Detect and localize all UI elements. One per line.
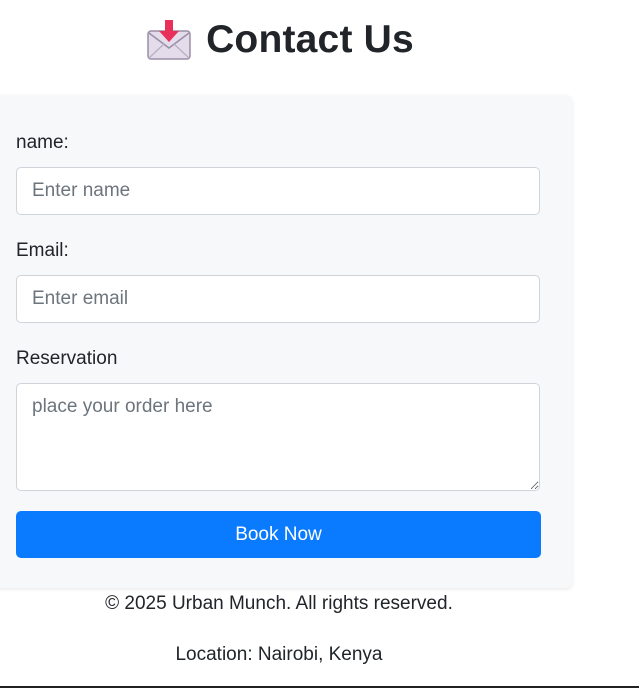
footer-copyright: © 2025 Urban Munch. All rights reserved. xyxy=(105,593,453,614)
name-input[interactable] xyxy=(16,167,540,215)
page-header: Contact Us xyxy=(0,18,560,62)
email-label: Email: xyxy=(16,240,69,261)
contact-page: Contact Us name: Email: Reservation Book… xyxy=(0,0,639,688)
reservation-textarea[interactable] xyxy=(16,383,540,491)
inbox-tray-envelope-icon xyxy=(146,19,192,61)
contact-form-card: name: Email: Reservation Book Now xyxy=(0,96,572,588)
reservation-label: Reservation xyxy=(16,348,118,369)
name-label: name: xyxy=(16,132,69,153)
email-input[interactable] xyxy=(16,275,540,323)
book-now-button[interactable]: Book Now xyxy=(16,511,541,558)
page-title: Contact Us xyxy=(206,18,414,61)
footer-location: Location: Nairobi, Kenya xyxy=(175,644,383,665)
